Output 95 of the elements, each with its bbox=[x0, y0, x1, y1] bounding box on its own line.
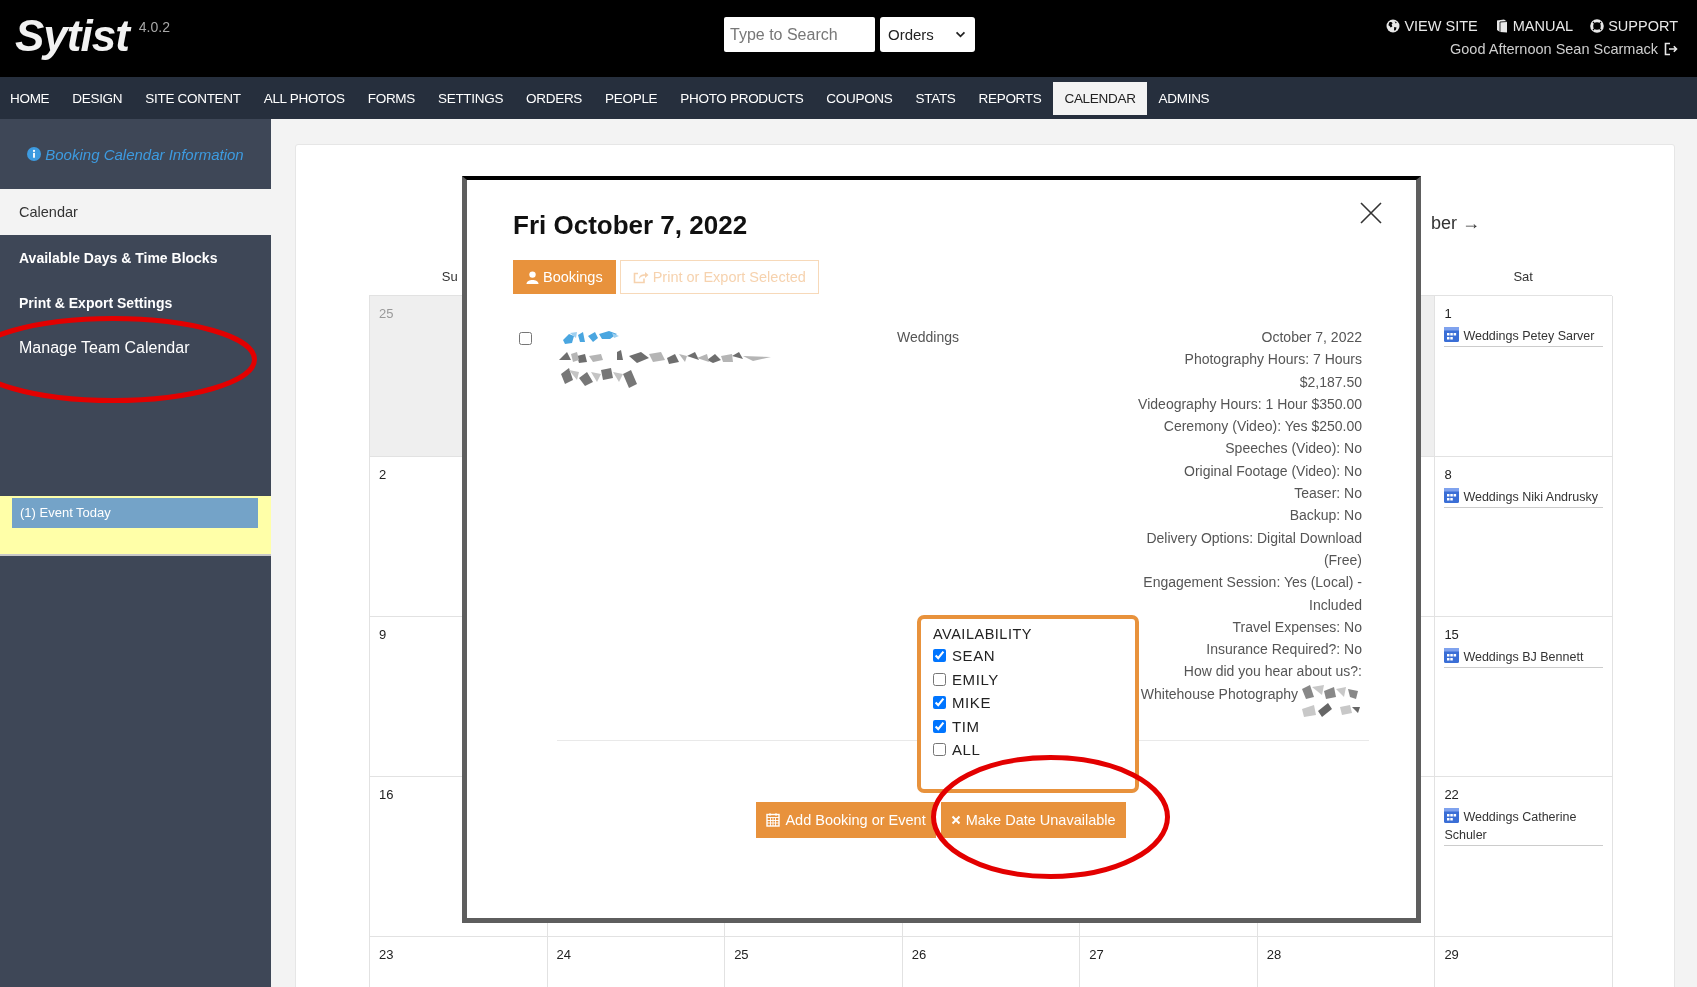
checkbox-label: ALL bbox=[952, 741, 981, 759]
detail-text: Original Footage (Video): No bbox=[1183, 461, 1362, 481]
weekday-label: Su bbox=[441, 269, 458, 284]
header-link[interactable]: SUPPORT bbox=[1590, 17, 1678, 35]
detail-text: Speeches (Video): No bbox=[1224, 439, 1362, 459]
detail-text: How did you hear about us?: bbox=[1182, 662, 1362, 682]
select-checkbox[interactable] bbox=[519, 332, 532, 345]
nav-tab[interactable]: STATS bbox=[904, 81, 968, 115]
user-icon bbox=[526, 270, 539, 284]
detail-text: Travel Expenses: No bbox=[1231, 617, 1362, 637]
day-number: 24 bbox=[556, 946, 573, 964]
checkbox-label: TIM bbox=[952, 717, 980, 735]
detail-text: Videography Hours: 1 Hour $350.00 bbox=[1137, 394, 1362, 414]
day-number: 22 bbox=[1444, 786, 1460, 804]
version-label: 4.0.2 bbox=[138, 19, 170, 35]
cross-icon bbox=[950, 814, 961, 825]
member-checkbox[interactable] bbox=[933, 696, 946, 710]
category-text: Weddings bbox=[897, 328, 959, 347]
greeting-text: Good Afternoon Sean Scarmack bbox=[1450, 40, 1658, 58]
day-number: 2 bbox=[379, 466, 388, 484]
member-checkbox[interactable] bbox=[933, 649, 946, 663]
day-number: 23 bbox=[379, 946, 395, 964]
nav-tab[interactable]: FORMS bbox=[356, 81, 427, 115]
nav-tab[interactable]: ALL PHOTOS bbox=[252, 81, 357, 115]
detail-text: Engagement Session: Yes (Local) - Included bbox=[1142, 573, 1362, 615]
header-link[interactable]: VIEW SITE bbox=[1386, 17, 1478, 35]
day-number: 8 bbox=[1444, 466, 1453, 484]
member-checkbox[interactable] bbox=[933, 719, 946, 733]
nav-tab[interactable]: SITE CONTENT bbox=[133, 81, 253, 115]
nav-tab[interactable]: REPORTS bbox=[967, 81, 1053, 115]
event-entry[interactable]: Weddings Petey Sarver bbox=[1444, 327, 1603, 347]
detail-text: Teaser: No bbox=[1293, 484, 1362, 504]
calendar-icon bbox=[1444, 488, 1460, 503]
day-number: 16 bbox=[379, 786, 395, 804]
book-icon bbox=[1494, 19, 1509, 33]
redacted-text-placeholder bbox=[1300, 682, 1362, 719]
day-number: 25 bbox=[734, 946, 750, 964]
calendar-icon bbox=[1444, 808, 1460, 823]
member-checkbox[interactable] bbox=[933, 672, 946, 686]
checkbox-label: EMILY bbox=[952, 670, 999, 688]
calendar-icon bbox=[766, 812, 781, 828]
scope-dropdown[interactable]: Orders bbox=[880, 17, 975, 52]
nav-tab[interactable]: SETTINGS bbox=[426, 81, 515, 115]
checkbox-label: SEAN bbox=[952, 647, 996, 665]
nav-tab[interactable]: CALENDAR bbox=[1052, 81, 1148, 115]
lifebuoy-icon bbox=[1590, 19, 1605, 33]
weekday-label: Sat bbox=[1513, 269, 1533, 284]
nav-tab[interactable]: PEOPLE bbox=[593, 81, 669, 115]
nav-tab[interactable]: ORDERS bbox=[514, 81, 594, 115]
day-cell[interactable]: 22 Weddings Catherine Schuler bbox=[1435, 777, 1613, 937]
day-cell[interactable]: 1 Weddings Petey Sarver bbox=[1435, 296, 1613, 457]
detail-text: Backup: No bbox=[1288, 506, 1362, 526]
day-number: 1 bbox=[1444, 305, 1453, 323]
nav-tab[interactable]: ADMINS bbox=[1147, 81, 1221, 115]
day-cell[interactable]: 8 Weddings Niki Andrusky bbox=[1435, 457, 1613, 617]
day-number: 15 bbox=[1444, 626, 1460, 644]
day-number: 9 bbox=[379, 626, 388, 644]
day-number: 29 bbox=[1444, 946, 1460, 964]
day-number: 25 bbox=[379, 305, 395, 323]
calendar-icon bbox=[1444, 327, 1460, 342]
checkbox-label: MIKE bbox=[952, 694, 992, 712]
logout-icon[interactable] bbox=[1664, 42, 1678, 56]
close-icon[interactable] bbox=[1360, 202, 1382, 224]
detail-text: October 7, 2022 bbox=[1260, 328, 1362, 347]
sidebar-item[interactable]: Manage Team Calendar bbox=[0, 325, 271, 370]
calendar-icon bbox=[1444, 648, 1460, 663]
chevron-down-icon bbox=[955, 31, 966, 38]
sidebar-item[interactable]: Print & Export Settings bbox=[0, 280, 271, 325]
event-entry[interactable]: Weddings Niki Andrusky bbox=[1444, 488, 1603, 508]
day-number: 27 bbox=[1089, 946, 1105, 964]
detail-text: Insurance Required?: No bbox=[1205, 640, 1362, 660]
header-link[interactable]: MANUAL bbox=[1494, 17, 1574, 35]
event-entry[interactable]: Weddings Catherine Schuler bbox=[1444, 808, 1603, 846]
search-field[interactable]: Type to Search bbox=[724, 17, 875, 52]
detail-text: Whitehouse Photography bbox=[1140, 685, 1298, 702]
member-checkbox[interactable] bbox=[933, 743, 946, 757]
detail-text: Delivery Options: Digital Download (Free) bbox=[1145, 528, 1362, 570]
nav-tab[interactable]: COUPONS bbox=[814, 81, 905, 115]
day-number: 28 bbox=[1266, 946, 1283, 964]
nav-tab[interactable]: HOME bbox=[0, 81, 61, 115]
nav-tab[interactable]: DESIGN bbox=[60, 81, 134, 115]
day-number: 26 bbox=[911, 946, 928, 964]
event-entry[interactable]: Weddings BJ Bennett bbox=[1444, 648, 1603, 668]
sidebar-item[interactable]: Available Days & Time Blocks bbox=[0, 235, 271, 280]
panel-title: AVAILABILITY bbox=[933, 625, 1033, 644]
share-icon bbox=[632, 270, 649, 284]
sidebar-item[interactable]: Calendar bbox=[0, 189, 271, 235]
info-icon bbox=[27, 147, 42, 161]
modal-title: Fri October 7, 2022 bbox=[513, 209, 749, 241]
day-cell[interactable]: 15 Weddings BJ Bennett bbox=[1435, 617, 1613, 777]
globe-icon bbox=[1386, 19, 1401, 33]
detail-text: Photography Hours: 7 Hours $2,187.50 bbox=[1183, 350, 1362, 392]
nav-tab[interactable]: PHOTO PRODUCTS bbox=[668, 81, 815, 115]
detail-text: Ceremony (Video): Yes $250.00 bbox=[1162, 417, 1362, 437]
next-month-link[interactable]: ber → bbox=[1430, 211, 1480, 235]
